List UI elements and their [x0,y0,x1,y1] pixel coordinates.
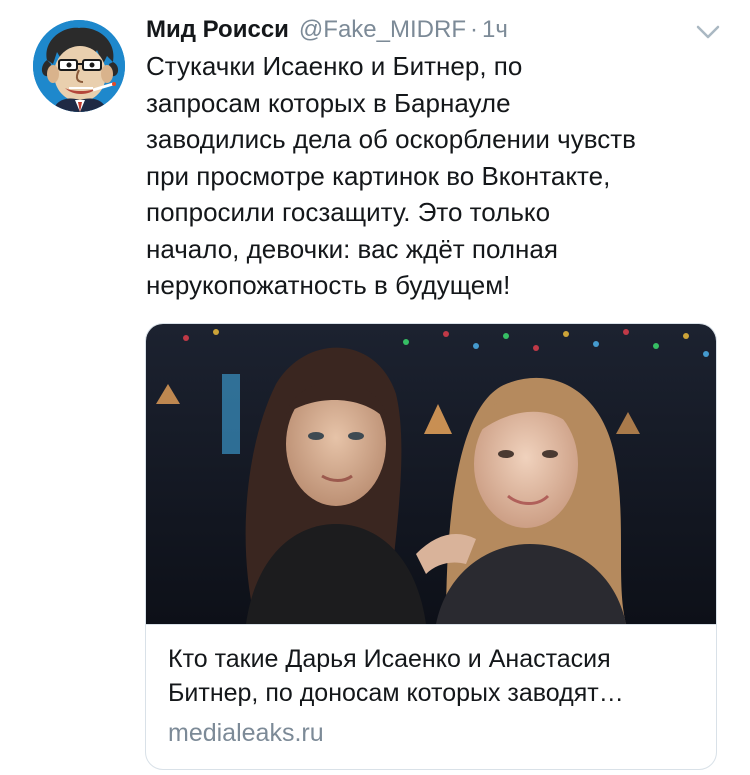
author-name[interactable]: Мид Роисси [146,16,289,44]
author-handle[interactable]: @Fake_MIDRF [299,16,466,44]
avatar[interactable] [33,20,125,112]
card-title[interactable]: Кто такие Дарья Исаенко и Анастасия Битн… [168,642,698,710]
caricature-avatar-icon [33,20,125,112]
tweet: Мид Роисси @Fake_MIDRF · 1ч Стукачки Иса… [0,0,750,775]
card-domain[interactable]: medialeaks.ru [168,716,324,750]
tweet-time[interactable]: 1ч [482,16,508,44]
tweet-text: Стукачки Исаенко и Битнер, по запросам к… [146,51,636,300]
tweet-header: Мид Роисси @Fake_MIDRF · 1ч [146,16,508,46]
link-card[interactable]: Кто такие Дарья Исаенко и Анастасия Битн… [145,323,717,770]
separator-dot: · [469,16,478,43]
card-image [146,324,716,625]
chevron-down-icon[interactable] [695,22,721,42]
